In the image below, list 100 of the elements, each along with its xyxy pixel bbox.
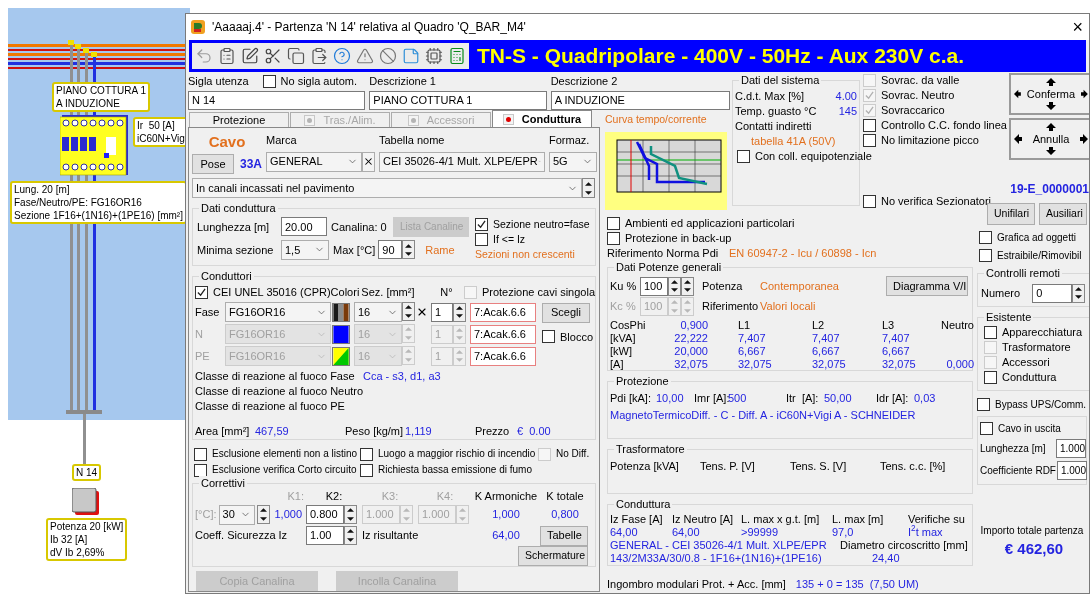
checkbox[interactable] — [979, 231, 992, 244]
label-text: 24,40 — [871, 551, 901, 565]
label-text: 6,667 — [811, 345, 841, 358]
spin-button[interactable] — [402, 240, 416, 260]
text-field[interactable]: N 14 — [188, 91, 366, 110]
text-field[interactable]: 1.00 — [306, 526, 344, 545]
checkbox-label: CEI UNEL 35016 (CPR) — [213, 285, 331, 301]
text-field[interactable]: 0 — [1032, 283, 1073, 303]
list-icon[interactable] — [218, 47, 236, 65]
label-text: GENERAL - CEI 35026-4/1 Mult. XLPE/EPR — [610, 538, 828, 552]
dropdown[interactable]: 1,5 — [281, 239, 329, 260]
group-title: Dati Potenze generali — [614, 260, 724, 274]
checkbox[interactable] — [607, 217, 620, 230]
checkbox[interactable] — [607, 232, 620, 245]
text-field[interactable]: 20.00 — [281, 217, 327, 237]
dropdown[interactable]: FG16OR16 — [225, 302, 331, 322]
close-icon[interactable] — [416, 306, 428, 318]
spin-button[interactable] — [256, 505, 270, 524]
spin-button[interactable] — [582, 178, 595, 199]
label-text: Sezioni non crescenti — [475, 247, 576, 262]
label-text: Neutro — [939, 319, 975, 332]
dropdown[interactable]: 16 — [354, 302, 402, 322]
up-arrow-icon — [459, 508, 466, 513]
dropdown[interactable]: 30 — [218, 504, 255, 525]
checkbox[interactable] — [194, 447, 207, 461]
dropdown[interactable]: In canali incassati nel pavimento — [192, 178, 582, 199]
checkbox[interactable] — [977, 398, 990, 411]
tab[interactable]: Protezione — [189, 112, 289, 127]
dropdown[interactable]: GENERAL — [266, 151, 362, 172]
chip-icon[interactable] — [425, 47, 443, 65]
clear-button[interactable] — [362, 151, 375, 172]
checkbox[interactable] — [737, 150, 750, 163]
checkbox[interactable] — [984, 326, 997, 339]
text-field[interactable]: 100 — [640, 276, 668, 296]
spin-button[interactable] — [668, 276, 681, 296]
spin-button[interactable] — [1072, 283, 1086, 303]
checkbox[interactable] — [360, 447, 373, 461]
label-text: K Armoniche — [473, 488, 539, 504]
label-text: Numero — [981, 285, 1021, 301]
button[interactable]: Pose — [192, 154, 234, 174]
button[interactable]: Ausiliari — [1039, 203, 1087, 225]
text-field[interactable]: A INDUZIONE — [550, 91, 730, 110]
checkbox[interactable] — [979, 249, 992, 262]
help-icon[interactable] — [333, 47, 351, 65]
checkbox[interactable] — [984, 371, 997, 384]
button[interactable]: Unifilari — [987, 203, 1035, 225]
label-text: PE — [195, 348, 211, 364]
button[interactable]: Annulla — [1009, 118, 1089, 160]
note-icon[interactable] — [402, 47, 420, 65]
spin-button[interactable] — [453, 302, 466, 322]
text-field[interactable]: 1 — [431, 302, 453, 322]
text-field[interactable]: 7:Acak.6.6 — [470, 302, 536, 322]
label-text: 1,000 — [273, 507, 303, 523]
checkbox[interactable] — [194, 463, 207, 477]
button[interactable]: Tabelle — [540, 525, 588, 546]
tab[interactable]: Conduttura — [492, 110, 592, 127]
checkbox[interactable] — [863, 195, 876, 208]
text-field[interactable]: 1.000 — [1056, 461, 1087, 480]
button[interactable]: Scegli — [542, 302, 590, 323]
edit-icon[interactable] — [241, 47, 259, 65]
close-button[interactable]: × — [1070, 18, 1085, 36]
checkbox[interactable] — [360, 463, 373, 477]
dropdown[interactable]: 5G — [549, 151, 597, 172]
text-field[interactable]: 0.800 — [306, 505, 344, 524]
dropdown[interactable]: CEI 35026-4/1 Mult. XLPE/EPR — [379, 151, 545, 172]
checkbox[interactable] — [542, 330, 555, 344]
spin-button[interactable] — [344, 526, 357, 545]
calculator-icon[interactable] — [448, 47, 466, 65]
spin-button[interactable] — [681, 276, 694, 296]
arrow-icon — [1046, 147, 1056, 156]
checkbox[interactable] — [863, 119, 876, 132]
button[interactable]: Conferma — [1009, 73, 1089, 115]
checkbox[interactable] — [475, 217, 488, 231]
group-title: Protezione — [614, 374, 671, 388]
copy-icon[interactable] — [287, 47, 305, 65]
checkbox[interactable] — [863, 134, 876, 147]
text-field[interactable]: 90 — [378, 240, 403, 260]
up-arrow-icon — [456, 305, 463, 310]
group-title: Correttivi — [199, 476, 247, 490]
text-field[interactable]: 1.000 — [1056, 439, 1086, 458]
spin-button[interactable] — [344, 505, 357, 524]
warning-icon[interactable] — [356, 47, 374, 65]
prohibited-icon[interactable] — [379, 47, 397, 65]
paste-icon[interactable] — [310, 47, 328, 65]
checkbox[interactable] — [262, 75, 276, 88]
value-text: 64,00 — [610, 525, 639, 539]
label-text: 50,00 — [824, 391, 853, 406]
cut-icon[interactable] — [264, 47, 282, 65]
arrow-icon — [1046, 122, 1056, 131]
checkbox[interactable] — [980, 422, 993, 435]
label-text: Potenza — [702, 278, 744, 294]
text-field[interactable]: PIANO COTTURA 1 — [369, 91, 547, 110]
label-text: Idr [A]: — [876, 391, 910, 406]
button[interactable]: Schermature — [518, 546, 588, 566]
spin-button[interactable] — [402, 302, 415, 321]
value-text: 64,00 — [672, 525, 701, 539]
arrow-icon — [1014, 134, 1022, 144]
button[interactable]: Diagramma V/I — [886, 276, 968, 296]
checkbox[interactable] — [475, 232, 488, 246]
checkbox[interactable] — [195, 286, 208, 299]
